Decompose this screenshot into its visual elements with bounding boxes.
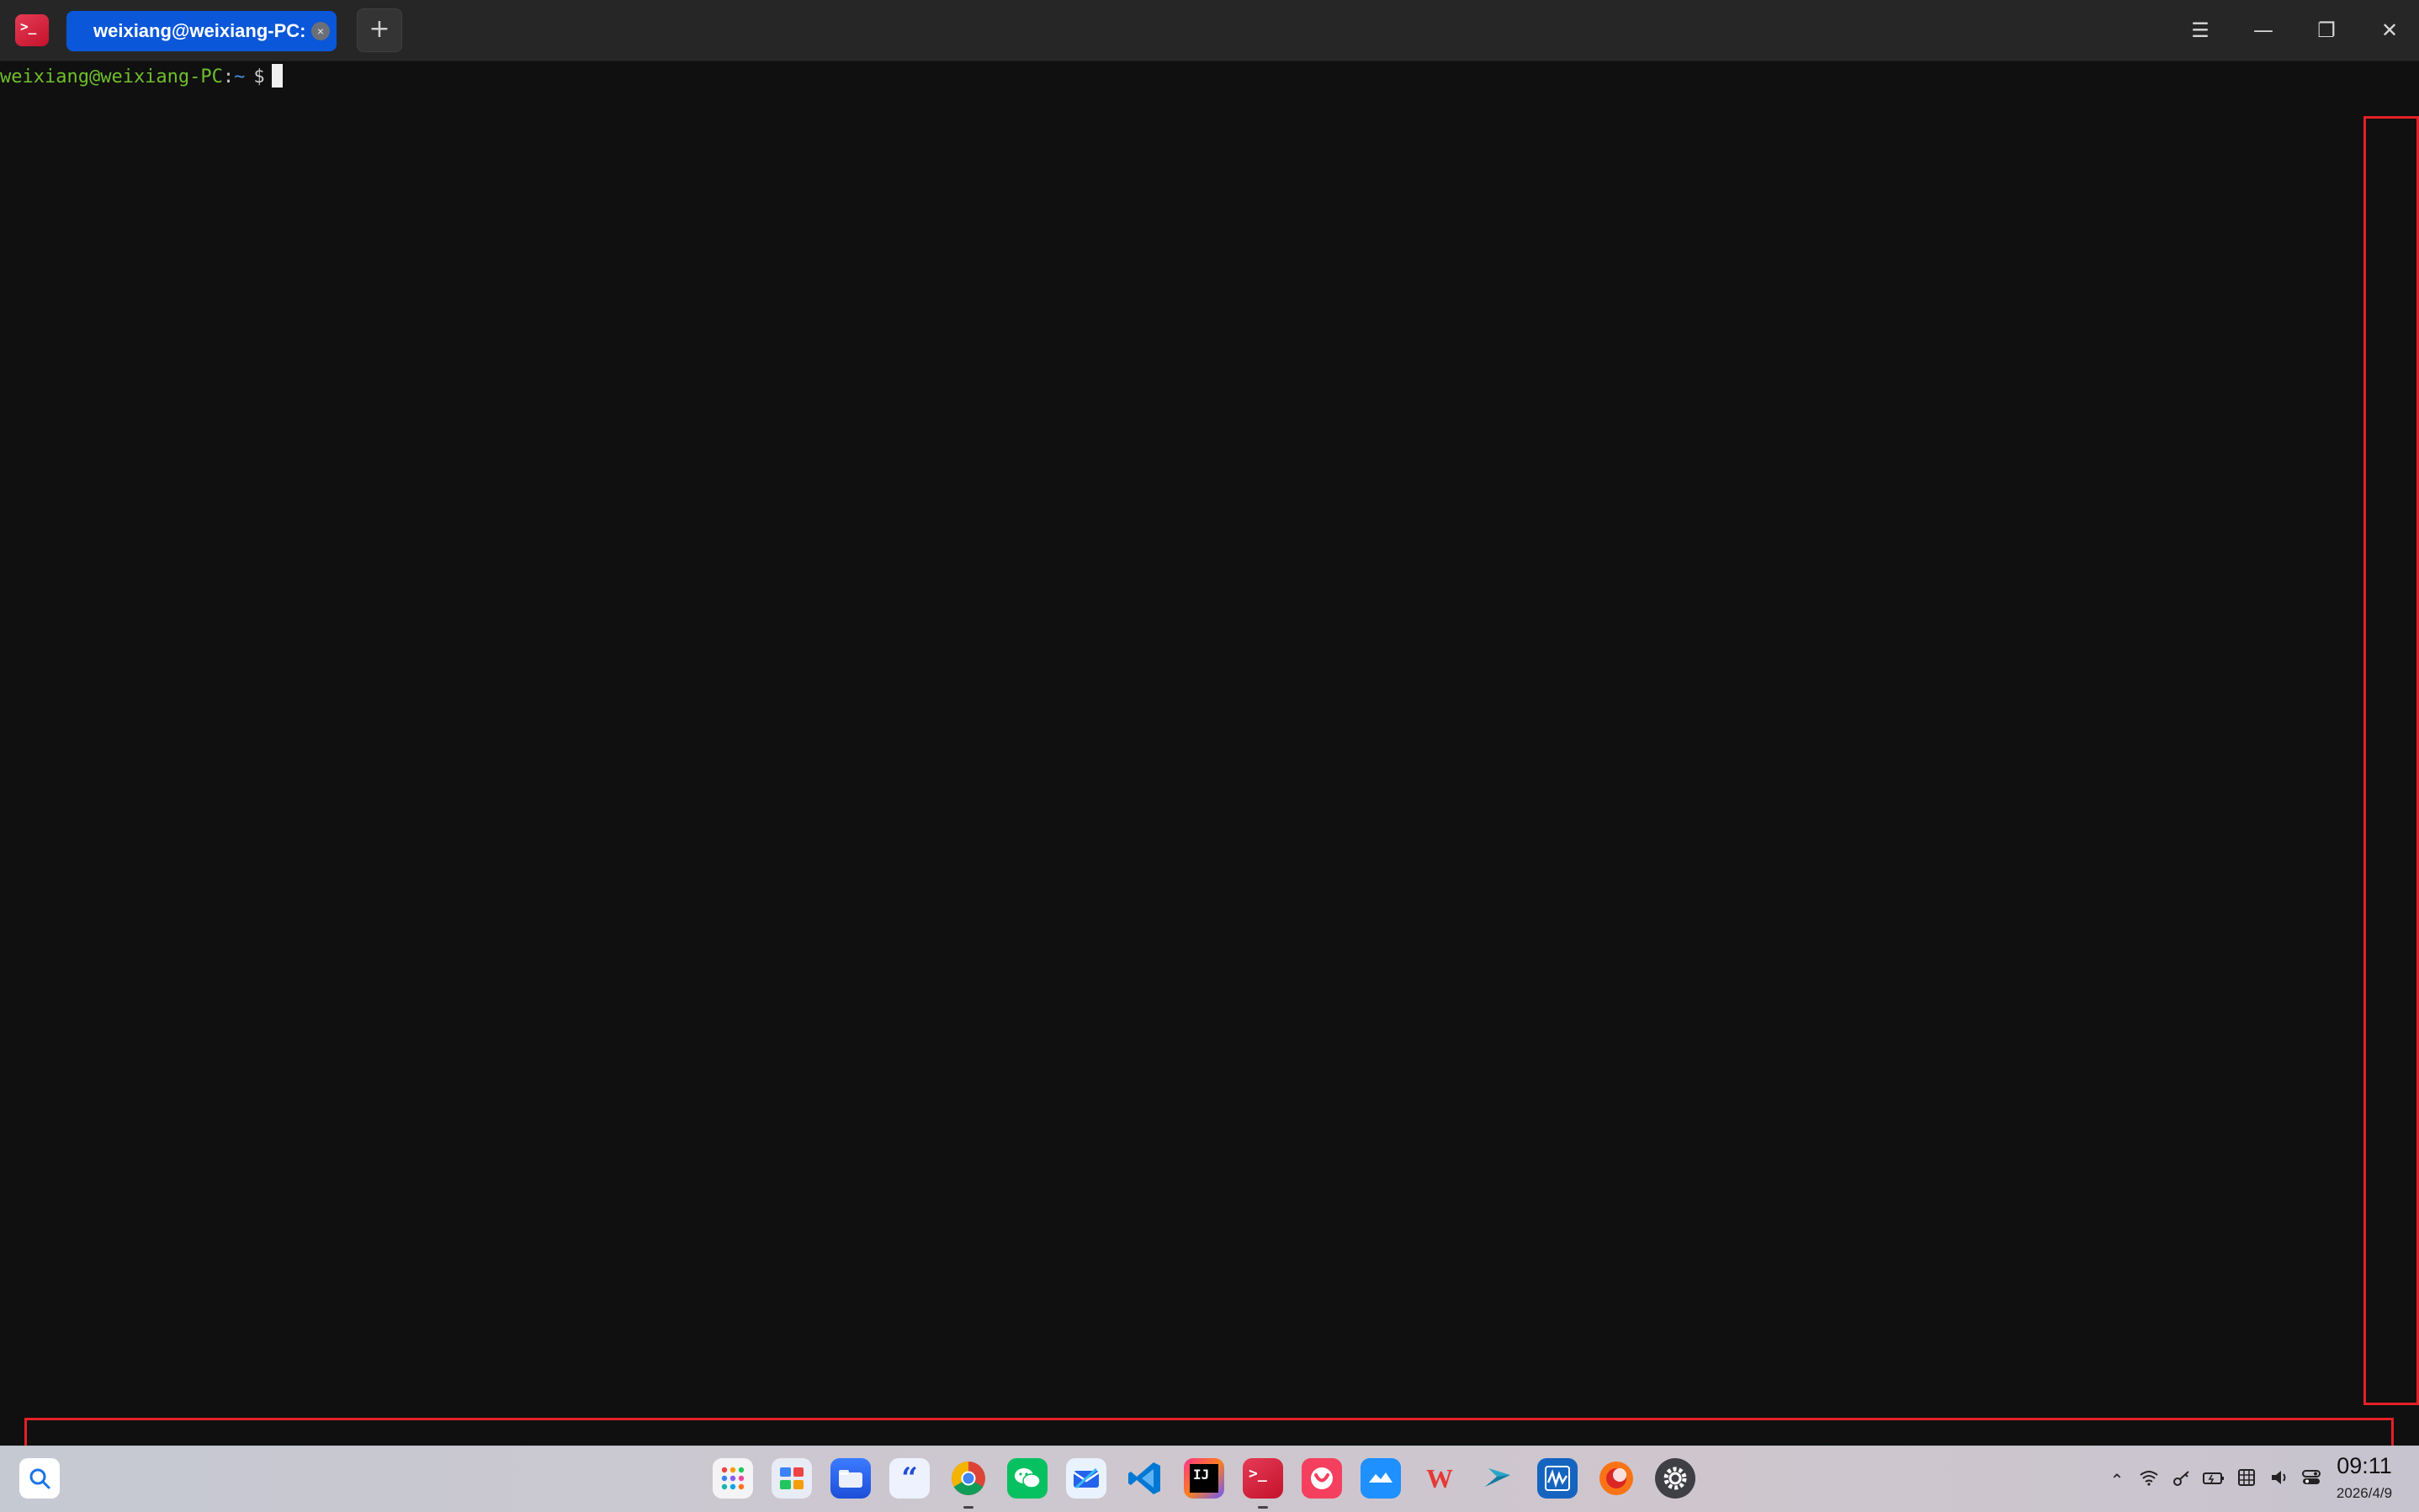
mail-icon[interactable] [1066, 1458, 1106, 1499]
text-cursor [271, 64, 283, 88]
multitask-icon[interactable] [772, 1458, 812, 1499]
vscode-icon[interactable] [1125, 1458, 1165, 1499]
grid-icon[interactable] [713, 1458, 753, 1499]
quote-icon[interactable]: “ [889, 1458, 930, 1499]
new-tab-button[interactable]: + [357, 8, 402, 52]
prompt-separator: : [222, 66, 235, 88]
prompt-line: weixiang@weixiang-PC:~ $ [0, 61, 283, 93]
taskbar: “ IJ >_ W ⌃ 09:11 2026/4/9 [0, 1446, 2419, 1512]
tab-title: weixiang@weixiang-PC: ~ [93, 20, 322, 41]
restore-icon[interactable]: ❐ [2310, 15, 2343, 45]
cloud-icon[interactable] [1361, 1458, 1401, 1499]
keyboard-icon[interactable] [2235, 1468, 2258, 1492]
highlight-box-bottom-edge [24, 1418, 2394, 1449]
monitor-icon[interactable] [1537, 1458, 1578, 1499]
browser-icon[interactable] [1596, 1458, 1637, 1499]
app-store-icon[interactable] [1302, 1458, 1342, 1499]
prompt-symbol: $ [253, 66, 265, 88]
tray-expand-icon[interactable]: ⌃ [2105, 1468, 2129, 1492]
key-icon[interactable] [2170, 1468, 2194, 1492]
terminal-app-icon[interactable]: >_ [15, 14, 49, 46]
terminal-titlebar: >_ weixiang@weixiang-PC: ~ × + ☰ — ❐ ✕ [0, 0, 2419, 61]
clock-date[interactable]: 2026/4/9 [2322, 1485, 2406, 1502]
battery-icon[interactable] [2202, 1468, 2225, 1492]
app-icon-glyph: >_ [20, 19, 37, 34]
menu-icon[interactable]: ☰ [2183, 15, 2217, 45]
jetbrains-icon[interactable]: IJ [1184, 1458, 1224, 1499]
prompt-user-host: weixiang@weixiang-PC [0, 66, 223, 88]
search-icon[interactable] [19, 1458, 60, 1499]
tab-close-icon[interactable]: × [311, 22, 330, 40]
running-indicator [1258, 1506, 1268, 1509]
minimize-icon[interactable]: — [2247, 15, 2280, 45]
running-indicator [963, 1506, 973, 1509]
wps-icon[interactable]: W [1419, 1458, 1460, 1499]
highlight-box-right-edge [2363, 116, 2419, 1405]
wechat-icon[interactable] [1007, 1458, 1048, 1499]
terminal-area[interactable]: weixiang@weixiang-PC:~ $ [0, 61, 2419, 1446]
clock-time[interactable]: 09:11 [2322, 1453, 2406, 1479]
arrow-icon[interactable] [1478, 1458, 1519, 1499]
control-center-icon[interactable] [2300, 1468, 2323, 1492]
folder-icon[interactable] [830, 1458, 871, 1499]
desktop-screen: >_ weixiang@weixiang-PC: ~ × + ☰ — ❐ ✕ w… [0, 0, 2419, 1512]
terminal-icon[interactable]: >_ [1243, 1458, 1283, 1499]
volume-icon[interactable] [2268, 1468, 2291, 1492]
tab-terminal-session[interactable]: weixiang@weixiang-PC: ~ × [66, 11, 337, 51]
wifi-icon[interactable] [2137, 1468, 2161, 1492]
chrome-icon[interactable] [948, 1458, 989, 1499]
prompt-path: ~ [234, 66, 246, 88]
settings-icon[interactable] [1655, 1458, 1695, 1499]
close-icon[interactable]: ✕ [2373, 15, 2406, 45]
